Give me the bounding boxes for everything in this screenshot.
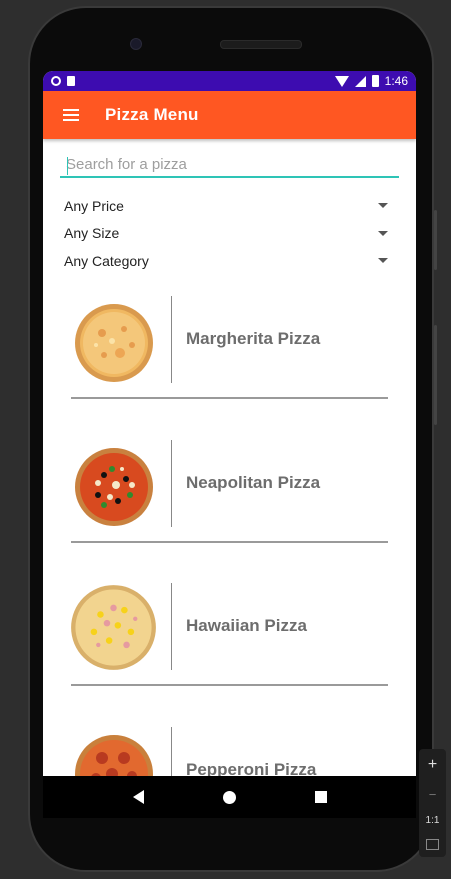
battery-icon xyxy=(371,75,379,87)
price-filter-label: Any Price xyxy=(64,197,124,214)
vertical-divider xyxy=(171,726,172,776)
pizza-name: Hawaiian Pizza xyxy=(186,616,307,635)
margherita-pizza-image xyxy=(74,303,154,383)
app-bar: Pizza Menu xyxy=(43,91,416,139)
filter-group: Any Price Any Size Any Category xyxy=(43,192,416,275)
notification-dot-icon xyxy=(51,76,61,86)
back-icon[interactable] xyxy=(132,790,144,804)
search-input[interactable] xyxy=(60,153,399,178)
category-filter-label: Any Category xyxy=(64,252,149,269)
volume-button[interactable] xyxy=(434,210,437,270)
pizza-name: Neapolitan Pizza xyxy=(186,472,321,492)
price-filter-dropdown[interactable]: Any Price xyxy=(43,192,416,220)
navigation-bar xyxy=(43,776,416,818)
pizza-list-item[interactable]: Margherita Pizza xyxy=(43,296,416,440)
pepperoni-pizza-image xyxy=(74,734,154,776)
sd-card-icon xyxy=(67,76,75,86)
neapolitan-pizza-image xyxy=(74,447,154,527)
power-button[interactable] xyxy=(434,325,437,425)
item-divider xyxy=(71,397,388,399)
vertical-divider xyxy=(171,439,172,527)
hamburger-menu-icon[interactable] xyxy=(43,91,99,139)
front-camera xyxy=(130,38,142,50)
dropdown-arrow-icon xyxy=(378,258,388,264)
vertical-divider xyxy=(171,583,172,670)
zoom-in-button[interactable]: + xyxy=(428,756,437,774)
emulator-zoom-panel: + − 1:1 xyxy=(419,749,446,857)
size-filter-dropdown[interactable]: Any Size xyxy=(43,220,416,248)
item-divider xyxy=(71,684,388,686)
hawaiian-pizza-image xyxy=(70,584,157,671)
zoom-ratio-button[interactable]: 1:1 xyxy=(426,815,440,826)
pizza-name: Pepperoni Pizza xyxy=(186,759,317,777)
zoom-out-button[interactable]: − xyxy=(429,787,437,802)
earpiece-speaker xyxy=(220,40,302,49)
status-time: 1:46 xyxy=(384,74,408,88)
dropdown-arrow-icon xyxy=(378,230,388,236)
signal-icon xyxy=(354,75,366,87)
pizza-list: Margherita Pizza Neapolitan Pizza Hawaii… xyxy=(43,296,416,776)
pizza-list-item[interactable]: Pepperoni Pizza xyxy=(43,726,416,777)
search-container xyxy=(43,139,416,178)
vertical-divider xyxy=(171,296,172,383)
pizza-list-item[interactable]: Hawaiian Pizza xyxy=(43,583,416,727)
zoom-fit-icon[interactable] xyxy=(426,839,439,851)
recent-apps-icon[interactable] xyxy=(314,791,327,803)
status-bar: 1:46 xyxy=(43,71,416,91)
text-cursor xyxy=(67,157,68,175)
app-screen: 1:46 Pizza Menu Any Price Any Size Any C… xyxy=(43,71,416,776)
category-filter-dropdown[interactable]: Any Category xyxy=(43,247,416,275)
home-icon[interactable] xyxy=(222,790,236,804)
app-title: Pizza Menu xyxy=(105,105,199,124)
item-divider xyxy=(71,540,388,543)
pizza-name: Margherita Pizza xyxy=(186,329,321,348)
pizza-list-item[interactable]: Neapolitan Pizza xyxy=(43,439,416,584)
dropdown-arrow-icon xyxy=(378,203,388,209)
size-filter-label: Any Size xyxy=(64,225,120,242)
wifi-icon xyxy=(334,75,349,87)
